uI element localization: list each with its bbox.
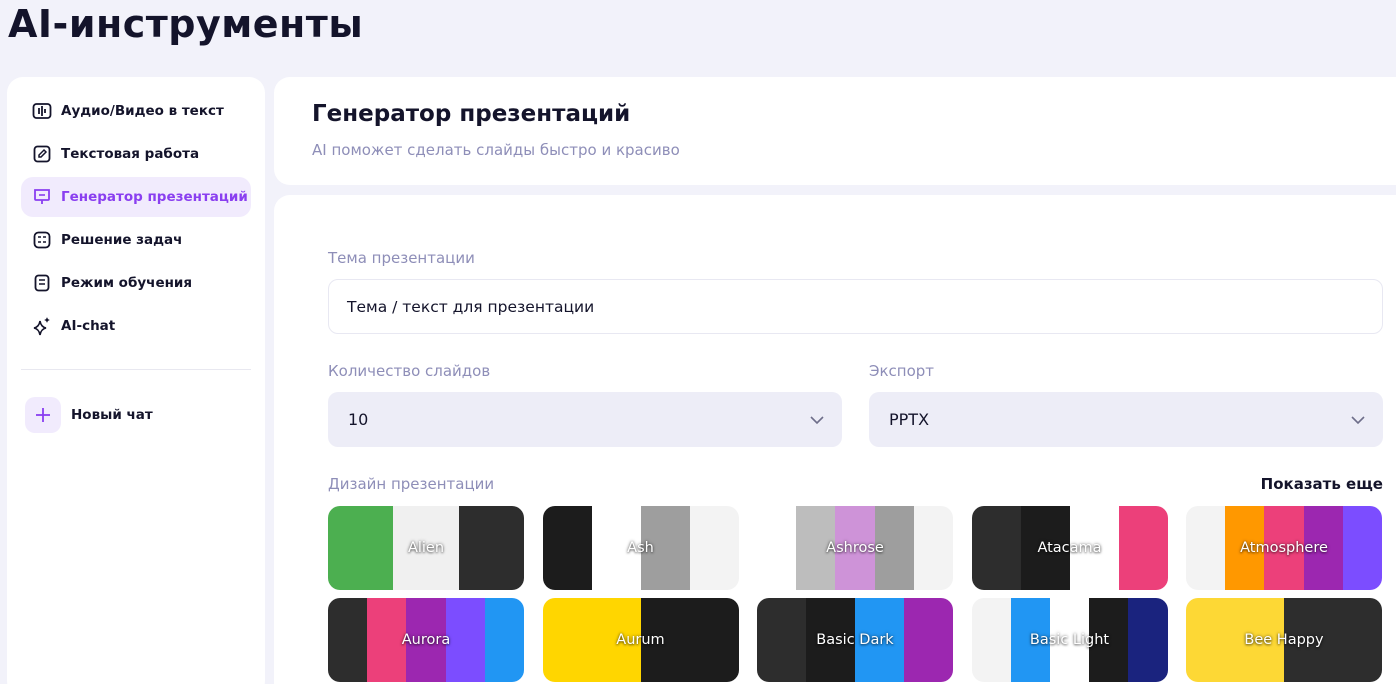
book-icon bbox=[31, 272, 53, 294]
design-tile[interactable]: Alien bbox=[328, 506, 524, 590]
presentation-icon bbox=[31, 186, 53, 208]
audio-icon bbox=[31, 100, 53, 122]
design-name: Basic Light bbox=[1029, 632, 1110, 648]
export-select[interactable]: PPTX bbox=[869, 392, 1383, 447]
sidebar-item-label: Решение задач bbox=[61, 232, 183, 248]
edit-document-icon bbox=[31, 143, 53, 165]
chevron-down-icon bbox=[810, 410, 824, 429]
sidebar-item-label: AI-chat bbox=[61, 318, 116, 334]
page-title: AI-инструменты bbox=[8, 2, 364, 46]
sidebar-item-learning-mode[interactable]: Режим обучения bbox=[21, 263, 251, 303]
export-value: PPTX bbox=[889, 410, 930, 429]
design-tile[interactable]: Basic Dark bbox=[757, 598, 953, 682]
sidebar-item-label: Генератор презентаций bbox=[61, 189, 248, 205]
design-name: Aurum bbox=[616, 632, 665, 648]
slides-count-select[interactable]: 10 bbox=[328, 392, 842, 447]
sidebar-item-label: Аудио/Видео в текст bbox=[61, 103, 224, 119]
topic-input-value: Тема / текст для презентации bbox=[347, 297, 595, 316]
design-name: Alien bbox=[407, 540, 445, 556]
design-label: Дизайн презентации bbox=[328, 475, 495, 493]
export-label: Экспорт bbox=[869, 362, 935, 380]
section-title: Генератор презентаций bbox=[312, 101, 631, 127]
sidebar-item-text-work[interactable]: Текстовая работа bbox=[21, 134, 251, 174]
design-tile[interactable]: Aurora bbox=[328, 598, 524, 682]
sidebar-item-label: Режим обучения bbox=[61, 275, 193, 291]
new-chat-label: Новый чат bbox=[71, 407, 153, 423]
design-tile[interactable]: Atacama bbox=[971, 506, 1168, 590]
design-tile[interactable]: Atmosphere bbox=[1186, 506, 1382, 590]
topic-input[interactable]: Тема / текст для презентации bbox=[328, 279, 1383, 334]
sidebar-divider bbox=[21, 369, 251, 370]
chevron-down-icon bbox=[1351, 410, 1365, 429]
design-name: Bee Happy bbox=[1244, 632, 1324, 648]
design-name: Aurora bbox=[401, 632, 451, 648]
sidebar-item-audio-video[interactable]: Аудио/Видео в текст bbox=[21, 91, 251, 131]
design-tile[interactable]: Ash bbox=[542, 506, 739, 590]
section-subtitle: AI поможет сделать слайды быстро и краси… bbox=[312, 141, 680, 159]
new-chat-button[interactable]: Новый чат bbox=[25, 397, 153, 433]
calculator-icon bbox=[31, 229, 53, 251]
design-name: Ashrose bbox=[826, 540, 884, 556]
design-name: Atacama bbox=[1037, 540, 1102, 556]
design-tile[interactable]: Bee Happy bbox=[1186, 598, 1382, 682]
sidebar-item-label: Текстовая работа bbox=[61, 146, 200, 162]
sidebar-item-presentation-generator[interactable]: Генератор презентаций bbox=[21, 177, 251, 217]
header-card: Генератор презентаций AI поможет сделать… bbox=[274, 77, 1396, 185]
sidebar-item-ai-chat[interactable]: AI-chat bbox=[21, 306, 251, 346]
topic-label: Тема презентации bbox=[328, 249, 475, 267]
design-tile[interactable]: Basic Light bbox=[971, 598, 1168, 682]
slides-count-label: Количество слайдов bbox=[328, 362, 491, 380]
design-tile[interactable]: Ashrose bbox=[757, 506, 953, 590]
slides-count-value: 10 bbox=[348, 410, 369, 429]
show-more-link[interactable]: Показать еще bbox=[1261, 475, 1383, 493]
sparkle-icon bbox=[31, 315, 53, 337]
presentation-form: Тема презентации Тема / текст для презен… bbox=[274, 195, 1396, 684]
design-name: Basic Dark bbox=[816, 632, 894, 648]
sidebar-item-problem-solving[interactable]: Решение задач bbox=[21, 220, 251, 260]
design-name: Ash bbox=[627, 540, 654, 556]
design-tile[interactable]: Aurum bbox=[542, 598, 739, 682]
plus-icon bbox=[25, 397, 61, 433]
sidebar: Аудио/Видео в текст Текстовая работа Ген… bbox=[7, 77, 265, 684]
design-name: Atmosphere bbox=[1240, 540, 1328, 556]
